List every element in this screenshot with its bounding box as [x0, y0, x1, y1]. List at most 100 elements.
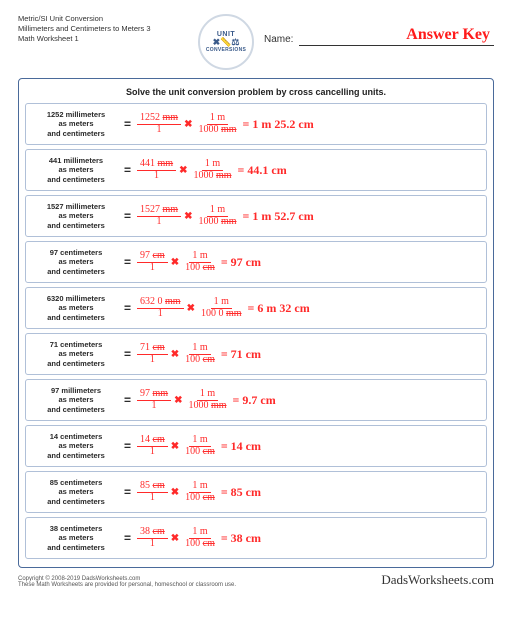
question-sub1: as meters: [30, 533, 122, 542]
question-sub2: and centimeters: [30, 267, 122, 276]
equals-sign: =: [124, 485, 131, 499]
equals-sign: =: [124, 347, 131, 361]
question-sub1: as meters: [30, 119, 122, 128]
multiply-icon: ✖: [171, 349, 179, 360]
denominator: 1: [147, 493, 158, 504]
denominator: 1000 mm: [195, 217, 239, 228]
answer-key-text: Answer Key: [406, 26, 490, 44]
fraction-1: 14 cm1: [137, 435, 168, 457]
result: = 1 m 52.7 cm: [243, 209, 314, 224]
question: 1252 millimetersas metersand centimeters: [30, 110, 122, 138]
denominator: 1: [154, 217, 165, 228]
equals-sign: =: [124, 117, 131, 131]
question: 85 centimetersas metersand centimeters: [30, 478, 122, 506]
problem-row: 1527 millimetersas metersand centimeters…: [25, 195, 487, 237]
denominator: 1000 mm: [190, 171, 234, 182]
denominator: 100 cm: [182, 493, 218, 504]
result: = 14 cm: [221, 439, 261, 454]
denominator: 1000 mm: [185, 401, 229, 412]
problems-box: Solve the unit conversion problem by cro…: [18, 78, 494, 568]
denominator: 1: [147, 355, 158, 366]
numerator: 85 cm: [137, 481, 168, 493]
work: 71 cm1✖1 m100 cm= 71 cm: [137, 343, 261, 365]
header: Metric/SI Unit Conversion Millimeters an…: [18, 14, 494, 70]
fraction-1: 441 mm1: [137, 159, 176, 181]
denominator: 1: [149, 401, 160, 412]
instruction: Solve the unit conversion problem by cro…: [25, 87, 487, 97]
result: = 71 cm: [221, 347, 261, 362]
name-label: Name:: [264, 34, 293, 45]
question-sub2: and centimeters: [30, 129, 122, 138]
fraction-2: 1 m1000 mm: [195, 205, 239, 227]
equals-sign: =: [124, 209, 131, 223]
numerator: 1527 mm: [137, 205, 181, 217]
numerator: 97 mm: [137, 389, 171, 401]
numerator: 441 mm: [137, 159, 176, 171]
fraction-1: 97 mm1: [137, 389, 171, 411]
question: 97 centimetersas metersand centimeters: [30, 248, 122, 276]
result: = 97 cm: [221, 255, 261, 270]
multiply-icon: ✖: [179, 165, 187, 176]
fraction-2: 1 m1000 mm: [185, 389, 229, 411]
title-line-2: Millimeters and Centimeters to Meters 3: [18, 24, 188, 34]
question-sub2: and centimeters: [30, 543, 122, 552]
result: = 85 cm: [221, 485, 261, 500]
fraction-2: 1 m100 cm: [182, 435, 218, 457]
work: 14 cm1✖1 m100 cm= 14 cm: [137, 435, 261, 457]
question-sub2: and centimeters: [30, 175, 122, 184]
fraction-1: 97 cm1: [137, 251, 168, 273]
multiply-icon: ✖: [171, 487, 179, 498]
logo-badge: UNIT ✖📏⚖ CONVERSIONS: [198, 14, 254, 70]
work: 38 cm1✖1 m100 cm= 38 cm: [137, 527, 261, 549]
problem-row: 441 millimetersas metersand centimeters=…: [25, 149, 487, 191]
denominator: 1: [147, 539, 158, 550]
result: = 38 cm: [221, 531, 261, 546]
multiply-icon: ✖: [184, 119, 192, 130]
question-sub2: and centimeters: [30, 405, 122, 414]
question: 441 millimetersas metersand centimeters: [30, 156, 122, 184]
denominator: 100 cm: [182, 355, 218, 366]
question: 97 millimetersas metersand centimeters: [30, 386, 122, 414]
problem-row: 6320 millimetersas metersand centimeters…: [25, 287, 487, 329]
question-sub2: and centimeters: [30, 313, 122, 322]
footer: Copyright © 2008-2019 DadsWorksheets.com…: [18, 572, 494, 588]
footer-brand: DadsWorksheets.com: [381, 572, 494, 588]
denominator: 100 cm: [182, 539, 218, 550]
question-value: 97 centimeters: [30, 248, 122, 257]
name-line: Answer Key: [299, 32, 494, 46]
numerator: 14 cm: [137, 435, 168, 447]
denominator: 1: [154, 125, 165, 136]
question-sub1: as meters: [30, 487, 122, 496]
question-sub1: as meters: [30, 349, 122, 358]
fraction-2: 1 m100 0 mm: [198, 297, 245, 319]
question-sub2: and centimeters: [30, 221, 122, 230]
header-title-block: Metric/SI Unit Conversion Millimeters an…: [18, 14, 188, 44]
multiply-icon: ✖: [171, 257, 179, 268]
problem-row: 14 centimetersas metersand centimeters=1…: [25, 425, 487, 467]
numerator: 71 cm: [137, 343, 168, 355]
fraction-1: 85 cm1: [137, 481, 168, 503]
question-sub1: as meters: [30, 303, 122, 312]
logo-text-bottom: CONVERSIONS: [206, 47, 246, 53]
result: = 1 m 25.2 cm: [243, 117, 314, 132]
denominator: 100 cm: [182, 263, 218, 274]
work: 97 mm1✖1 m1000 mm= 9.7 cm: [137, 389, 276, 411]
logo: UNIT ✖📏⚖ CONVERSIONS: [196, 14, 256, 70]
question: 6320 millimetersas metersand centimeters: [30, 294, 122, 322]
denominator: 100 cm: [182, 447, 218, 458]
equals-sign: =: [124, 439, 131, 453]
question-value: 14 centimeters: [30, 432, 122, 441]
equals-sign: =: [124, 255, 131, 269]
numerator: 632 0 mm: [137, 297, 184, 309]
fraction-2: 1 m1000 mm: [195, 113, 239, 135]
denominator: 1: [151, 171, 162, 182]
fraction-2: 1 m100 cm: [182, 251, 218, 273]
question: 14 centimetersas metersand centimeters: [30, 432, 122, 460]
fraction-1: 632 0 mm1: [137, 297, 184, 319]
equals-sign: =: [124, 163, 131, 177]
fraction-1: 71 cm1: [137, 343, 168, 365]
question-value: 97 millimeters: [30, 386, 122, 395]
question: 38 centimetersas metersand centimeters: [30, 524, 122, 552]
fraction-1: 1252 mm1: [137, 113, 181, 135]
footer-note: These Math Worksheets are provided for p…: [18, 582, 236, 588]
